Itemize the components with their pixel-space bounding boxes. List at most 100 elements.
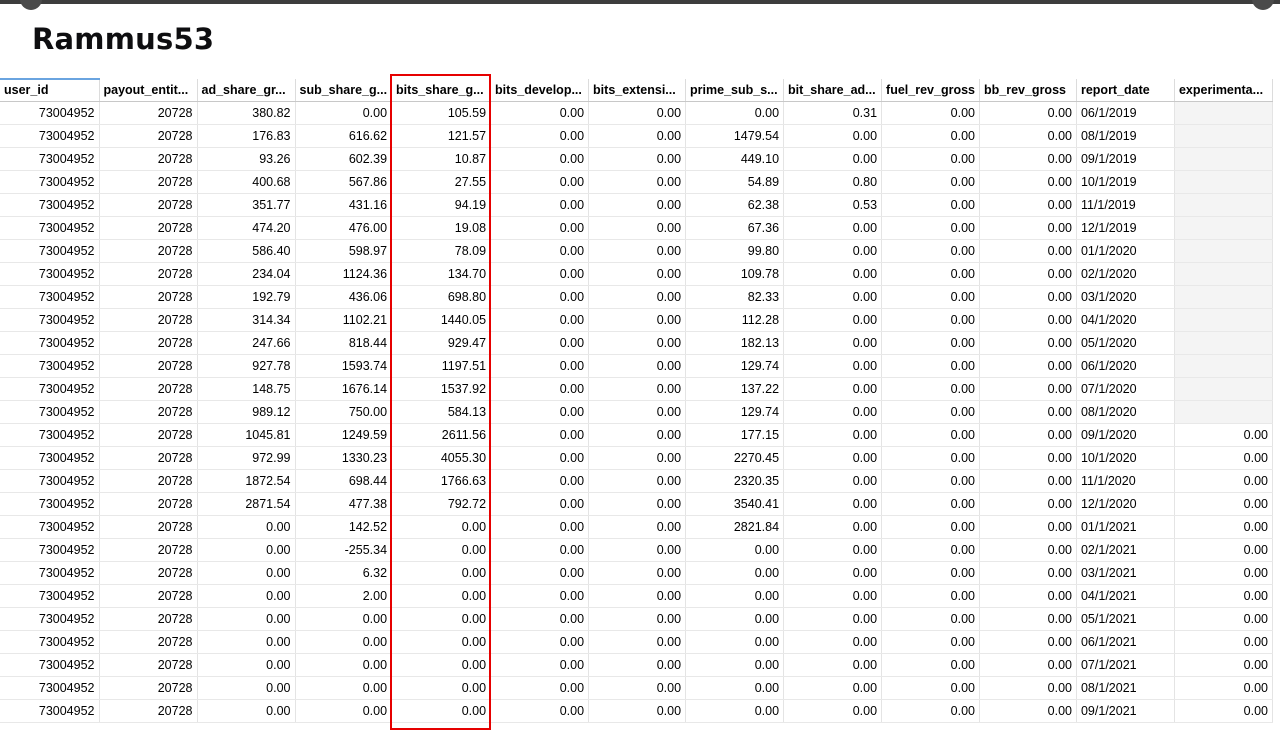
table-cell[interactable]: 20728 bbox=[99, 423, 198, 447]
table-cell[interactable]: 2611.56 bbox=[391, 423, 492, 447]
table-cell[interactable] bbox=[1174, 308, 1273, 332]
table-cell[interactable]: 0.00 bbox=[979, 377, 1077, 401]
table-cell[interactable]: 972.99 bbox=[197, 446, 296, 470]
table-row[interactable]: 73004952 20728 234.04 1124.36 134.70 0.00 0.00… bbox=[0, 262, 1273, 286]
table-row[interactable]: 73004952 20728 0.00 6.32 0.00 0.00 0.00 0.00 0.0… bbox=[0, 561, 1273, 585]
table-cell[interactable]: 0.00 bbox=[979, 492, 1077, 516]
table-cell[interactable]: 0.00 bbox=[881, 676, 980, 700]
table-cell[interactable]: 73004952 bbox=[0, 331, 100, 355]
table-cell[interactable]: 0.00 bbox=[490, 515, 590, 539]
table-cell[interactable]: 20728 bbox=[99, 354, 198, 378]
table-cell[interactable]: 20728 bbox=[99, 699, 198, 723]
table-cell[interactable]: 08/1/2019 bbox=[1076, 124, 1175, 148]
table-cell[interactable]: 02/1/2021 bbox=[1076, 538, 1175, 562]
table-cell[interactable]: 12/1/2020 bbox=[1076, 492, 1175, 516]
table-cell[interactable]: 73004952 bbox=[0, 469, 100, 493]
table-cell[interactable]: 0.00 bbox=[295, 607, 393, 631]
table-cell[interactable]: 0.00 bbox=[979, 584, 1077, 608]
table-row[interactable]: 73004952 20728 474.20 476.00 19.08 0.00 0.00 67… bbox=[0, 216, 1273, 240]
table-cell[interactable]: 0.00 bbox=[490, 492, 590, 516]
table-cell[interactable]: 20728 bbox=[99, 193, 198, 217]
table-row[interactable]: 73004952 20728 351.77 431.16 94.19 0.00 0.00 62… bbox=[0, 193, 1273, 217]
table-cell[interactable]: 0.00 bbox=[1174, 653, 1273, 677]
table-cell[interactable]: 0.00 bbox=[588, 170, 687, 194]
table-cell[interactable]: 0.00 bbox=[295, 653, 393, 677]
table-row[interactable]: 73004952 20728 989.12 750.00 584.13 0.00 0.00 1… bbox=[0, 400, 1273, 424]
table-cell[interactable]: 142.52 bbox=[295, 515, 393, 539]
table-cell[interactable]: 73004952 bbox=[0, 262, 100, 286]
table-cell[interactable]: 134.70 bbox=[391, 262, 492, 286]
table-cell[interactable]: 0.00 bbox=[588, 538, 687, 562]
table-cell[interactable]: 0.00 bbox=[881, 653, 980, 677]
table-cell[interactable]: 0.00 bbox=[979, 285, 1077, 309]
table-cell[interactable]: 0.00 bbox=[588, 423, 687, 447]
table-cell[interactable]: 0.00 bbox=[588, 239, 687, 263]
table-cell[interactable]: 0.00 bbox=[979, 676, 1077, 700]
table-cell[interactable]: 0.00 bbox=[1174, 538, 1273, 562]
table-cell[interactable]: 476.00 bbox=[295, 216, 393, 240]
table-cell[interactable] bbox=[1174, 285, 1273, 309]
table-cell[interactable]: 0.00 bbox=[588, 676, 687, 700]
table-cell[interactable]: 73004952 bbox=[0, 101, 100, 125]
table-cell[interactable]: 99.80 bbox=[685, 239, 785, 263]
table-cell[interactable]: 0.00 bbox=[588, 515, 687, 539]
table-cell[interactable]: 0.00 bbox=[979, 170, 1077, 194]
table-cell[interactable]: 0.00 bbox=[490, 469, 590, 493]
table-row[interactable]: 73004952 20728 1045.81 1249.59 2611.56 0.00 0.… bbox=[0, 423, 1273, 447]
table-cell[interactable]: 0.00 bbox=[783, 699, 883, 723]
table-cell[interactable]: 06/1/2021 bbox=[1076, 630, 1175, 654]
table-cell[interactable]: 0.00 bbox=[783, 584, 883, 608]
table-cell[interactable]: 0.00 bbox=[979, 147, 1077, 171]
column-header-bits-developer[interactable]: bits_develop... bbox=[490, 79, 590, 102]
table-cell[interactable]: 0.00 bbox=[881, 492, 980, 516]
table-cell[interactable]: 10/1/2019 bbox=[1076, 170, 1175, 194]
table-cell[interactable]: 0.00 bbox=[979, 653, 1077, 677]
table-cell[interactable]: 01/1/2020 bbox=[1076, 239, 1175, 263]
table-cell[interactable]: 0.00 bbox=[391, 630, 492, 654]
table-cell[interactable]: 0.00 bbox=[295, 699, 393, 723]
table-cell[interactable]: 477.38 bbox=[295, 492, 393, 516]
table-cell[interactable]: 67.36 bbox=[685, 216, 785, 240]
table-cell[interactable]: 1249.59 bbox=[295, 423, 393, 447]
table-cell[interactable]: 0.00 bbox=[490, 676, 590, 700]
table-cell[interactable]: 0.00 bbox=[588, 400, 687, 424]
table-cell[interactable]: 0.00 bbox=[685, 676, 785, 700]
table-cell[interactable] bbox=[1174, 170, 1273, 194]
table-cell[interactable]: 129.74 bbox=[685, 354, 785, 378]
table-cell[interactable]: 1593.74 bbox=[295, 354, 393, 378]
table-cell[interactable]: 750.00 bbox=[295, 400, 393, 424]
table-cell[interactable]: 73004952 bbox=[0, 676, 100, 700]
table-cell[interactable]: 0.00 bbox=[881, 285, 980, 309]
table-cell[interactable]: 0.00 bbox=[197, 538, 296, 562]
table-cell[interactable]: 0.00 bbox=[490, 699, 590, 723]
table-cell[interactable]: 06/1/2020 bbox=[1076, 354, 1175, 378]
table-cell[interactable]: 1766.63 bbox=[391, 469, 492, 493]
table-cell[interactable]: 0.00 bbox=[979, 262, 1077, 286]
table-cell[interactable]: 0.00 bbox=[881, 607, 980, 631]
table-cell[interactable]: 0.00 bbox=[685, 699, 785, 723]
table-row[interactable]: 73004952 20728 247.66 818.44 929.47 0.00 0.00 1… bbox=[0, 331, 1273, 355]
table-cell[interactable]: 1537.92 bbox=[391, 377, 492, 401]
table-row[interactable]: 73004952 20728 0.00 -255.34 0.00 0.00 0.00 0.00… bbox=[0, 538, 1273, 562]
table-cell[interactable]: 6.32 bbox=[295, 561, 393, 585]
table-cell[interactable]: 73004952 bbox=[0, 653, 100, 677]
table-cell[interactable]: 20728 bbox=[99, 630, 198, 654]
table-cell[interactable]: 0.00 bbox=[490, 561, 590, 585]
table-cell[interactable]: 0.00 bbox=[490, 538, 590, 562]
table-cell[interactable]: 0.00 bbox=[783, 538, 883, 562]
table-cell[interactable]: 0.00 bbox=[490, 630, 590, 654]
table-cell[interactable]: 0.00 bbox=[588, 446, 687, 470]
table-cell[interactable]: 0.00 bbox=[588, 124, 687, 148]
table-cell[interactable]: 616.62 bbox=[295, 124, 393, 148]
table-cell[interactable]: 234.04 bbox=[197, 262, 296, 286]
table-cell[interactable]: 04/1/2020 bbox=[1076, 308, 1175, 332]
table-cell[interactable] bbox=[1174, 377, 1273, 401]
table-cell[interactable]: 474.20 bbox=[197, 216, 296, 240]
table-cell[interactable]: 0.00 bbox=[783, 676, 883, 700]
table-cell[interactable] bbox=[1174, 147, 1273, 171]
table-row[interactable]: 73004952 20728 1872.54 698.44 1766.63 0.00 0.0… bbox=[0, 469, 1273, 493]
table-cell[interactable]: 0.00 bbox=[490, 124, 590, 148]
table-cell[interactable]: 0.00 bbox=[490, 653, 590, 677]
table-cell[interactable]: 0.00 bbox=[783, 124, 883, 148]
table-cell[interactable]: 0.00 bbox=[881, 101, 980, 125]
